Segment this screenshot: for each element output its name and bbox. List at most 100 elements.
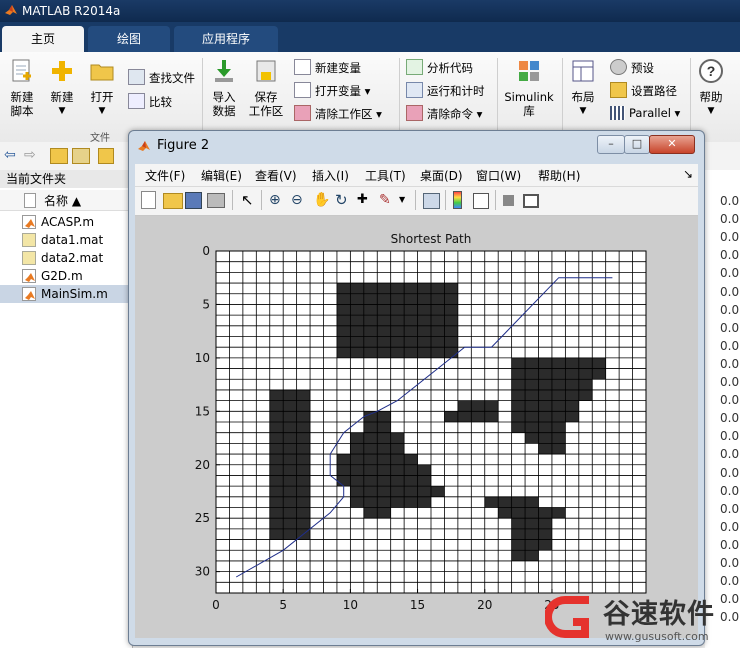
watermark-url: www.gususoft.com xyxy=(605,630,709,643)
link-plot-icon[interactable] xyxy=(423,193,440,209)
new-var-label: 新建变量 xyxy=(315,61,361,75)
new-button[interactable]: 新建 ▼ xyxy=(44,58,80,118)
analyze-icon xyxy=(406,59,423,75)
workspace-value: 0.0 xyxy=(720,375,740,389)
workspace-value: 0.0 xyxy=(720,320,740,335)
run-time-label: 运行和计时 xyxy=(427,84,485,98)
help-button[interactable]: ? 帮助 ▼ xyxy=(694,58,728,118)
ribbon-separator xyxy=(202,58,203,132)
brush-dropdown-icon[interactable]: ▼ xyxy=(399,195,405,204)
x-tick-label: 0 xyxy=(212,598,220,612)
show-plot-tools-icon[interactable] xyxy=(523,194,539,208)
file-name: G2D.m xyxy=(41,269,83,283)
open-file-icon[interactable] xyxy=(163,193,183,209)
zoom-out-icon[interactable]: ⊖ xyxy=(291,191,309,209)
tab-plots[interactable]: 绘图 xyxy=(88,26,170,52)
layout-button[interactable]: 布局 ▼ xyxy=(566,58,600,118)
data-cursor-icon[interactable]: ✚ xyxy=(357,191,375,209)
tab-home[interactable]: 主页 xyxy=(2,26,84,52)
colorbar-icon[interactable] xyxy=(453,191,462,209)
y-tick-label: 30 xyxy=(195,565,210,579)
menu-help[interactable]: 帮助(H) xyxy=(538,167,580,184)
x-tick-label: 5 xyxy=(279,598,287,612)
save-ws-label-2: 工作区 xyxy=(248,104,284,118)
forward-arrow-icon[interactable]: ⇨ xyxy=(24,147,36,163)
open-var-label: 打开变量 xyxy=(315,84,361,98)
workspace-value: 0.0 xyxy=(720,194,740,208)
y-tick-label: 15 xyxy=(195,404,210,418)
analyze-code-button[interactable]: 分析代码 xyxy=(406,59,473,76)
close-button[interactable]: ✕ xyxy=(649,135,695,154)
preferences-button[interactable]: 预设 xyxy=(610,59,654,76)
run-and-time-button[interactable]: 运行和计时 xyxy=(406,82,485,99)
zoom-in-icon[interactable]: ⊕ xyxy=(269,191,287,209)
menu-tools[interactable]: 工具(T) xyxy=(365,167,406,184)
simulink-library-button[interactable]: Simulink 库 xyxy=(502,58,556,118)
new-figure-icon[interactable] xyxy=(141,191,156,209)
menu-file[interactable]: 文件(F) xyxy=(145,167,185,184)
menu-desktop[interactable]: 桌面(D) xyxy=(420,167,463,184)
ribbon-separator xyxy=(497,58,498,132)
import-data-button[interactable]: 导入 数据 xyxy=(206,58,242,118)
parallel-button[interactable]: Parallel ▾ xyxy=(610,105,680,121)
obstacle-block xyxy=(511,518,552,529)
compare-icon xyxy=(128,93,145,109)
current-folder-panel: 当前文件夹 名称 ▲ ACASP.m data1.mat data2.mat G2D.… xyxy=(0,170,133,648)
file-list-item[interactable]: G2D.m xyxy=(0,267,132,285)
browse-folder-icon[interactable] xyxy=(72,148,90,164)
file-list-item[interactable]: data2.mat xyxy=(0,249,132,267)
help-label: 帮助 xyxy=(699,90,723,104)
workspace-value: 0.0 xyxy=(720,212,740,227)
workspace-value: 0.0 xyxy=(720,393,740,408)
print-icon[interactable] xyxy=(207,193,225,208)
file-list-item[interactable]: MainSim.m xyxy=(0,285,132,303)
new-script-button[interactable]: 新建 脚本 xyxy=(4,58,40,118)
import-label-2: 数据 xyxy=(212,104,236,118)
shortest-path-plot: Shortest Path0510152025051015202530 xyxy=(195,232,647,612)
workspace-value: 0.0 xyxy=(720,537,740,552)
toolbar-separator xyxy=(261,190,262,210)
figure-title: Figure 2 xyxy=(157,138,210,153)
menu-dock-arrow-icon[interactable]: ↘ xyxy=(683,167,693,181)
figure-title-bar[interactable]: Figure 2 – □ ✕ xyxy=(129,131,704,161)
rotate-3d-icon[interactable]: ↻ xyxy=(335,191,353,209)
x-tick-label: 15 xyxy=(410,598,425,612)
toolbar-separator xyxy=(232,190,233,210)
figure-canvas: Shortest Path0510152025051015202530 xyxy=(135,216,698,638)
menu-edit[interactable]: 编辑(E) xyxy=(201,167,242,184)
figure-window: Figure 2 – □ ✕ 文件(F) 编辑(E) 查看(V) 插入(I) 工… xyxy=(128,130,705,646)
hide-plot-tools-icon[interactable] xyxy=(503,195,514,206)
obstacle-block xyxy=(498,507,566,519)
compare-button[interactable]: 比较 xyxy=(128,93,172,110)
menu-view[interactable]: 查看(V) xyxy=(255,167,297,184)
tab-apps[interactable]: 应用程序 xyxy=(174,26,278,52)
open-button[interactable]: 打开 ▼ xyxy=(84,58,120,118)
figure-toolbar: ↖ ⊕ ⊖ ✋ ↻ ✚ ✎ ▼ xyxy=(135,187,698,216)
find-files-label: 查找文件 xyxy=(149,71,195,85)
find-files-icon xyxy=(128,69,145,85)
save-workspace-button[interactable]: 保存 工作区 xyxy=(246,58,286,118)
set-path-button[interactable]: 设置路径 xyxy=(610,82,677,99)
pointer-icon[interactable]: ↖ xyxy=(241,191,259,209)
brush-icon[interactable]: ✎ xyxy=(379,191,397,209)
up-folder-icon[interactable] xyxy=(50,148,68,164)
menu-insert[interactable]: 插入(I) xyxy=(312,167,349,184)
pan-hand-icon[interactable]: ✋ xyxy=(313,191,331,209)
new-variable-button[interactable]: 新建变量 xyxy=(294,59,361,76)
find-files-button[interactable]: 查找文件 xyxy=(128,69,195,86)
file-list-item[interactable]: data1.mat xyxy=(0,231,132,249)
maximize-button[interactable]: □ xyxy=(624,135,650,154)
file-list-header[interactable]: 名称 ▲ xyxy=(0,190,132,211)
obstacle-block xyxy=(336,283,458,358)
minimize-button[interactable]: – xyxy=(597,135,625,154)
watermark-logo-icon xyxy=(545,596,589,638)
clear-commands-button[interactable]: 清除命令 ▾ xyxy=(406,105,482,122)
open-variable-button[interactable]: 打开变量 ▾ xyxy=(294,82,370,99)
legend-icon[interactable] xyxy=(473,193,489,209)
menu-window[interactable]: 窗口(W) xyxy=(476,167,521,184)
file-list-item[interactable]: ACASP.m xyxy=(0,213,132,231)
gear-icon xyxy=(610,59,627,75)
back-arrow-icon[interactable]: ⇦ xyxy=(4,147,16,163)
clear-workspace-button[interactable]: 清除工作区 ▾ xyxy=(294,105,382,122)
save-icon[interactable] xyxy=(185,192,202,209)
